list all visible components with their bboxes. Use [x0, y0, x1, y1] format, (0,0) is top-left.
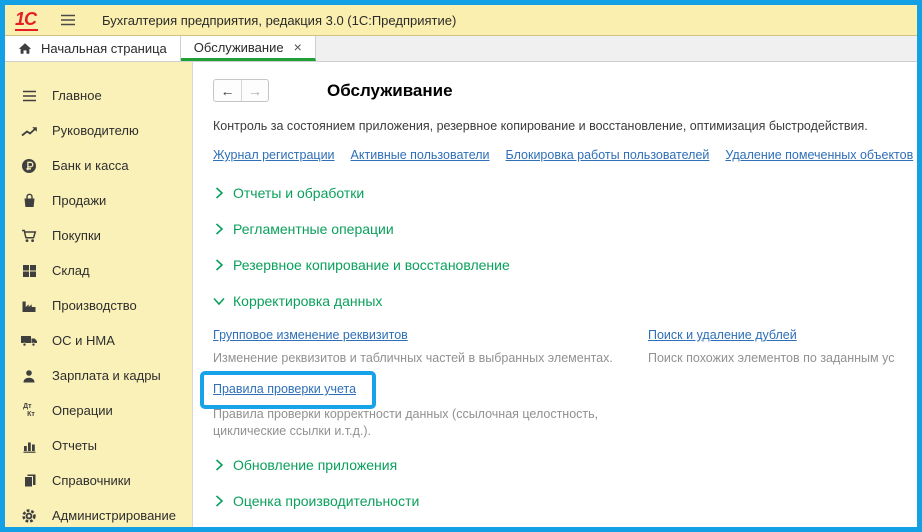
link-aktivnye-polzovateli[interactable]: Активные пользователи — [351, 148, 490, 162]
link-pravila-proverki-ucheta[interactable]: Правила проверки учета — [213, 382, 356, 396]
page-description: Контроль за состоянием приложения, резер… — [213, 119, 868, 133]
1c-logo: 1С — [15, 9, 39, 31]
app-window: 1С Бухгалтерия предприятия, редакция 3.0… — [0, 0, 922, 532]
titlebar: 1С Бухгалтерия предприятия, редакция 3.0… — [5, 5, 917, 36]
sidebar-item-label: Производство — [52, 298, 137, 313]
cart-icon — [20, 228, 38, 244]
gruppovoe-izmenenie-desc: Изменение реквизитов и табличных частей … — [213, 351, 613, 365]
close-tab-icon[interactable]: × — [294, 40, 302, 54]
person-icon — [20, 368, 38, 384]
sidebar-item-operatsii[interactable]: Дт Кт Операции — [5, 393, 192, 428]
sidebar-item-prodazhi[interactable]: Продажи — [5, 183, 192, 218]
link-zhurnal-registratsii[interactable]: Журнал регистрации — [213, 148, 335, 162]
poisk-dubley-desc: Поиск похожих элементов по заданным ус — [648, 351, 895, 365]
sidebar-item-administrirovanie[interactable]: Администрирование — [5, 498, 192, 527]
sidebar-item-label: Склад — [52, 263, 90, 278]
section-korrektirovka-dannykh[interactable]: Корректировка данных — [213, 293, 917, 309]
sidebar-item-otchety[interactable]: Отчеты — [5, 428, 192, 463]
forward-button[interactable]: → — [241, 80, 268, 101]
sidebar-item-pokupki[interactable]: Покупки — [5, 218, 192, 253]
home-icon — [18, 42, 32, 55]
barchart-icon — [20, 438, 38, 454]
section-obnovlenie-prilozheniya[interactable]: Обновление приложения — [213, 457, 917, 473]
top-links-row: Журнал регистрации Активные пользователи… — [213, 148, 917, 162]
sidebar-item-os-i-nma[interactable]: ОС и НМА — [5, 323, 192, 358]
sidebar-item-label: Отчеты — [52, 438, 97, 453]
hamburger-icon[interactable] — [60, 14, 76, 26]
app-title: Бухгалтерия предприятия, редакция 3.0 (1… — [102, 12, 457, 28]
sidebar-item-label: Покупки — [52, 228, 101, 243]
sidebar-item-label: Справочники — [52, 473, 131, 488]
link-blokirovka-raboty[interactable]: Блокировка работы пользователей — [506, 148, 710, 162]
sidebar-item-spravochniki[interactable]: Справочники — [5, 463, 192, 498]
factory-icon — [20, 298, 38, 314]
tab-active-label: Обслуживание — [193, 39, 284, 55]
sidebar-item-zarplata-i-kadry[interactable]: Зарплата и кадры — [5, 358, 192, 393]
content-panel: ← → Обслуживание Контроль за состоянием … — [193, 62, 917, 527]
sidebar-item-rukovoditelyu[interactable]: Руководителю — [5, 113, 192, 148]
gear-icon — [20, 508, 38, 524]
tab-bar: Начальная страница Обслуживание × — [5, 36, 917, 62]
highlight-box: Правила проверки учета — [200, 371, 377, 409]
section-rezervnoe-kopirovanie[interactable]: Резервное копирование и восстановление — [213, 257, 917, 273]
chevron-right-icon — [213, 187, 225, 199]
sidebar-item-proizvodstvo[interactable]: Производство — [5, 288, 192, 323]
sidebar-item-label: Банк и касса — [52, 158, 129, 173]
ruble-icon — [20, 158, 38, 174]
trend-icon — [20, 123, 38, 139]
dtkt-icon: Дт Кт — [23, 402, 35, 418]
page-title: Обслуживание — [327, 80, 453, 100]
section-otsenka-proizvoditelnosti[interactable]: Оценка производительности — [213, 493, 917, 509]
sidebar-nav: Главное Руководителю Банк и касса Продаж… — [5, 62, 193, 527]
link-gruppovoe-izmenenie[interactable]: Групповое изменение реквизитов — [213, 328, 408, 342]
sidebar-item-label: Операции — [52, 403, 113, 418]
warehouse-icon — [20, 263, 38, 279]
sidebar-item-label: Администрирование — [52, 508, 176, 523]
truck-icon — [20, 333, 38, 349]
chevron-right-icon — [213, 223, 225, 235]
sidebar-item-sklad[interactable]: Склад — [5, 253, 192, 288]
menu-icon — [20, 88, 38, 104]
chevron-down-icon — [213, 297, 225, 306]
bag-icon — [20, 193, 38, 209]
section-otchety-i-obrabotki[interactable]: Отчеты и обработки — [213, 185, 917, 201]
link-poisk-dubley[interactable]: Поиск и удаление дублей — [648, 328, 797, 342]
link-udalenie-obyektov[interactable]: Удаление помеченных объектов — [725, 148, 913, 162]
sidebar-item-label: Зарплата и кадры — [52, 368, 161, 383]
sidebar-item-label: ОС и НМА — [52, 333, 115, 348]
books-icon — [20, 473, 38, 489]
chevron-right-icon — [213, 459, 225, 471]
sidebar-item-label: Продажи — [52, 193, 107, 208]
sidebar-item-glavnoe[interactable]: Главное — [5, 78, 192, 113]
sidebar-item-label: Руководителю — [52, 123, 139, 138]
korrektirovka-dannykh-body: Групповое изменение реквизитов Изменение… — [200, 326, 917, 440]
history-nav: ← → — [213, 79, 269, 102]
sidebar-item-bank-i-kassa[interactable]: Банк и касса — [5, 148, 192, 183]
tab-obsluzhivanie[interactable]: Обслуживание × — [180, 36, 316, 61]
back-button[interactable]: ← — [214, 80, 241, 101]
tab-home[interactable]: Начальная страница — [5, 36, 181, 61]
tab-home-label: Начальная страница — [41, 41, 167, 56]
chevron-right-icon — [213, 495, 225, 507]
section-reglamentnye-operatsii[interactable]: Регламентные операции — [213, 221, 917, 237]
chevron-right-icon — [213, 259, 225, 271]
pravila-proverki-desc: Правила проверки корректности данных (сс… — [213, 407, 599, 438]
sidebar-item-label: Главное — [52, 88, 102, 103]
